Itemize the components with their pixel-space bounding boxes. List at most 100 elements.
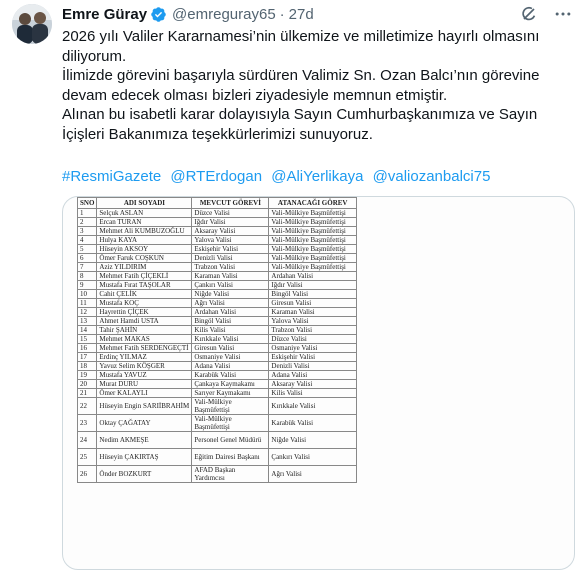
table-cell: Iğdır Valisi	[191, 217, 270, 227]
mention-link[interactable]: @RTErdogan	[170, 168, 262, 185]
table-row: 3 Mehmet Ali KUMBUZOĞLU Aksaray Valisi Vali…	[76, 226, 357, 236]
tweet-body: 2026 yılı Valiler Kararnamesi’nin ülkemi…	[62, 27, 572, 145]
table-row: 7 Aziz YILDIRIM Trabzon Valisi Vali-Mülkiye…	[76, 262, 357, 272]
table-cell: Giresun Valisi	[268, 298, 357, 308]
tweet-media-image[interactable]: SNO ADI SOYADI MEVCUT GÖREVİ ATANACAĞI G…	[62, 196, 575, 570]
table-cell: 4	[76, 235, 98, 245]
column-header: ATANACAĞI GÖREV	[268, 197, 357, 209]
table-cell: Düzce Valisi	[268, 334, 357, 344]
table-row: 5 Hüseyin AKSOY Eskişehir Valisi Vali-Mülki…	[76, 244, 357, 254]
table-cell: Iğdır Valisi	[268, 280, 357, 290]
mention-link[interactable]: @AliYerlikaya	[271, 168, 363, 185]
table-row: 8 Mehmet Fatih ÇİÇEKLİ Karaman Valisi Ardah…	[76, 271, 357, 281]
table-cell: Murat DURU	[96, 379, 193, 389]
table-row: 17 Erdinç YILMAZ Osmaniye Valisi Eskişehir …	[76, 352, 357, 362]
table-cell: Karabük Valisi	[268, 414, 357, 432]
table-cell: 2	[76, 217, 98, 227]
table-cell: 25	[76, 448, 98, 466]
more-icon[interactable]	[553, 4, 573, 24]
table-cell: Kilis Valisi	[191, 325, 270, 335]
table-cell: Ağrı Valisi	[268, 465, 357, 483]
table-cell: Ahmet Hamdi USTA	[96, 316, 193, 326]
table-cell: Çankaya Kaymakamı	[191, 379, 270, 389]
decree-table: SNO ADI SOYADI MEVCUT GÖREVİ ATANACAĞI G…	[76, 197, 357, 483]
table-cell: 9	[76, 280, 98, 290]
column-header: ADI SOYADI	[96, 197, 193, 209]
table-cell: 14	[76, 325, 98, 335]
author-name[interactable]: Emre Güray	[62, 6, 147, 23]
table-cell: Vali-Mülkiye Başmüfettişi	[191, 397, 270, 415]
table-cell: Çankırı Valisi	[191, 280, 270, 290]
table-row: 6 Ömer Faruk COŞKUN Denizli Valisi Vali-Mül…	[76, 253, 357, 263]
table-row: 14 Tahir ŞAHİN Kilis Valisi Trabzon Valisi	[76, 325, 357, 335]
table-cell: Ardahan Valisi	[191, 307, 270, 317]
table-row: 23 Oktay ÇAĞATAY Vali-Mülkiye Başmüfettişi…	[76, 414, 357, 432]
table-cell: Ömer KALAYLI	[96, 388, 193, 398]
tweet-actions-top	[519, 4, 573, 24]
table-cell: Trabzon Valisi	[268, 325, 357, 335]
table-cell: Eskişehir Valisi	[191, 244, 270, 254]
table-row: 21 Ömer KALAYLI Sarıyer Kaymakamı Kilis Val…	[76, 388, 357, 398]
table-cell: Adana Valisi	[268, 370, 357, 380]
mention-link[interactable]: @valiozanbalci75	[373, 168, 491, 185]
table-cell: 21	[76, 388, 98, 398]
table-row: 4 Hulya KAYA Yalova Valisi Vali-Mülkiye Baş…	[76, 235, 357, 245]
table-cell: 5	[76, 244, 98, 254]
hashtag-link[interactable]: #ResmiGazete	[62, 168, 161, 185]
table-cell: Mehmet MAKAS	[96, 334, 193, 344]
table-row: 25 Hüseyin ÇAKIRTAŞ Eğitim Dairesi Başkanı…	[76, 448, 357, 466]
column-header: MEVCUT GÖREVİ	[191, 197, 270, 209]
table-cell: Hulya KAYA	[96, 235, 193, 245]
table-cell: Osmaniye Valisi	[191, 352, 270, 362]
table-cell: Sarıyer Kaymakamı	[191, 388, 270, 398]
table-cell: Kırıkkale Valisi	[268, 397, 357, 415]
table-cell: Düzce Valisi	[191, 208, 270, 218]
tweet-paragraph: 2026 yılı Valiler Kararnamesi’nin ülkemi…	[62, 28, 540, 65]
table-row: 18 Yavuz Selim KÖŞGER Adana Valisi Denizli …	[76, 361, 357, 371]
table-cell: Ömer Faruk COŞKUN	[96, 253, 193, 263]
table-cell: 6	[76, 253, 98, 263]
table-cell: Ardahan Valisi	[268, 271, 357, 281]
table-cell: Niğde Valisi	[191, 289, 270, 299]
table-row: 19 Mustafa YAVUZ Karabük Valisi Adana Valis…	[76, 370, 357, 380]
table-cell: Karaman Valisi	[268, 307, 357, 317]
table-cell: Niğde Valisi	[268, 431, 357, 449]
table-cell: Hüseyin ÇAKIRTAŞ	[96, 448, 193, 466]
table-cell: Eğitim Dairesi Başkanı	[191, 448, 270, 466]
table-cell: Vali-Mülkiye Başmüfettişi	[268, 226, 357, 236]
table-cell: Vali-Mülkiye Başmüfettişi	[268, 217, 357, 227]
grok-icon[interactable]	[519, 4, 539, 24]
table-row: 12 Hayrettin ÇİÇEK Ardahan Valisi Karaman V…	[76, 307, 357, 317]
table-row: 9 Mustafa Fırat TAŞOLAR Çankırı Valisi Iğdı…	[76, 280, 357, 290]
table-cell: Kırıkkale Valisi	[191, 334, 270, 344]
table-cell: Personel Genel Müdürü	[191, 431, 270, 449]
table-cell: Denizli Valisi	[191, 253, 270, 263]
table-cell: Vali-Mülkiye Başmüfettişi	[268, 208, 357, 218]
table-row: 20 Murat DURU Çankaya Kaymakamı Aksaray Val…	[76, 379, 357, 389]
table-cell: 16	[76, 343, 98, 353]
table-cell: Mehmet Fatih SERDENGEÇTİ	[96, 343, 193, 353]
tweet-timestamp[interactable]: 27d	[289, 6, 314, 23]
author-handle[interactable]: @emreguray65	[172, 6, 276, 23]
table-cell: 13	[76, 316, 98, 326]
table-cell: 23	[76, 414, 98, 432]
table-cell: 12	[76, 307, 98, 317]
table-cell: Aksaray Valisi	[268, 379, 357, 389]
table-cell: Erdinç YILMAZ	[96, 352, 193, 362]
table-cell: Vali-Mülkiye Başmüfettişi	[191, 414, 270, 432]
column-header: SNO	[76, 197, 98, 209]
table-cell: 15	[76, 334, 98, 344]
table-row: 15 Mehmet MAKAS Kırıkkale Valisi Düzce Vali…	[76, 334, 357, 344]
table-cell: Hüseyin Engin SARIİBRAHİM	[96, 397, 193, 415]
table-row: 10 Cahit ÇELİK Niğde Valisi Bingöl Valisi	[76, 289, 357, 299]
tweet-paragraph: İlimizde görevini başarıyla sürdüren Val…	[62, 67, 540, 104]
table-cell: Selçuk ASLAN	[96, 208, 193, 218]
table-cell: Vali-Mülkiye Başmüfettişi	[268, 253, 357, 263]
table-cell: 20	[76, 379, 98, 389]
table-cell: Bingöl Valisi	[268, 289, 357, 299]
table-cell: Eskişehir Valisi	[268, 352, 357, 362]
avatar[interactable]	[12, 4, 52, 44]
avatar-photo	[12, 4, 52, 44]
table-cell: 17	[76, 352, 98, 362]
table-row: 22 Hüseyin Engin SARIİBRAHİM Vali-Mülkiye …	[76, 397, 357, 415]
